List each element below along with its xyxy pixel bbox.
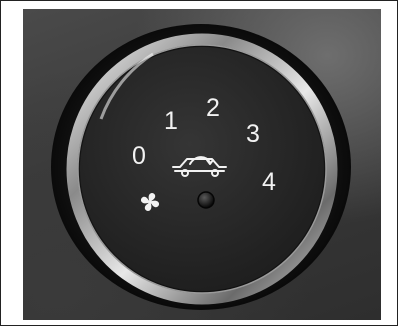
knob-face[interactable] — [80, 47, 324, 291]
indicator-light-icon — [197, 191, 215, 209]
position-label-1: 1 — [164, 107, 178, 135]
position-label-0: 0 — [132, 142, 146, 170]
position-label-2: 2 — [206, 94, 220, 122]
position-label-4: 4 — [262, 168, 276, 196]
hvac-knob-photo: 0 1 2 3 4 — [23, 9, 381, 320]
knob-illustration: 0 1 2 3 4 — [51, 24, 351, 310]
photo-frame: 0 1 2 3 4 — [0, 0, 398, 326]
position-label-3: 3 — [246, 120, 260, 148]
